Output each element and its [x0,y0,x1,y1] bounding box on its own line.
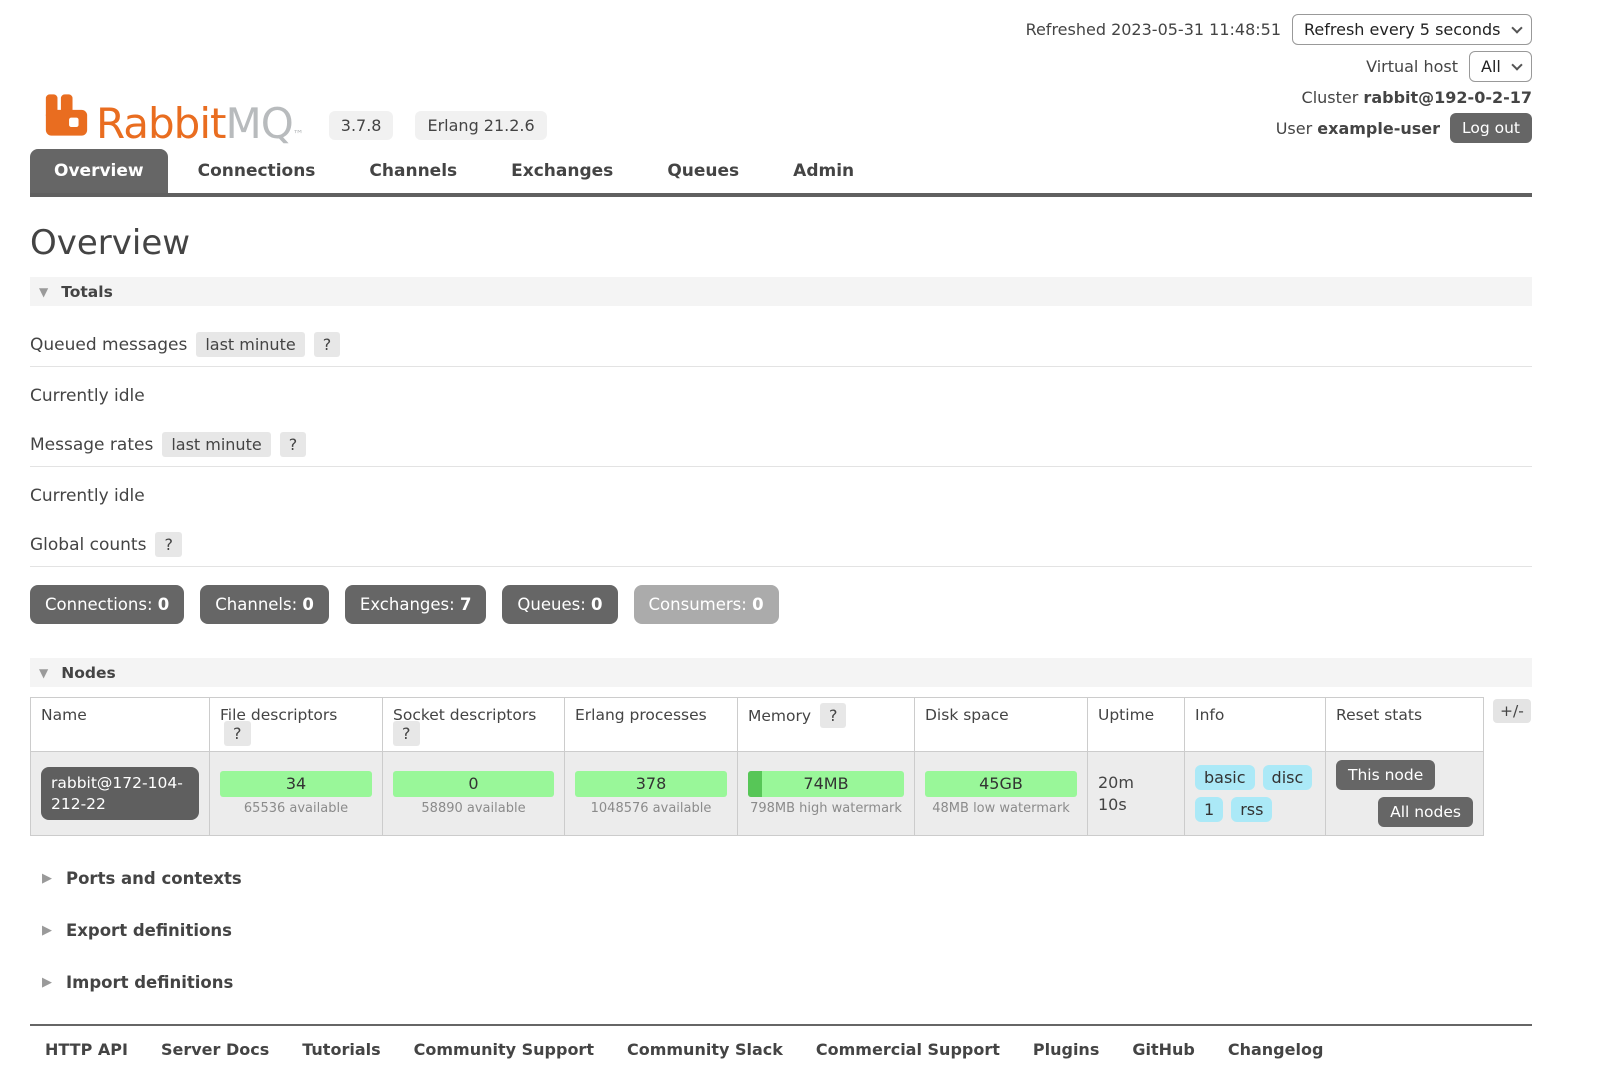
footer-link-server-docs[interactable]: Server Docs [161,1040,269,1059]
tab-queues[interactable]: Queues [643,149,763,193]
logout-button[interactable]: Log out [1450,113,1532,143]
reset-stats-cell: This node All nodes [1326,752,1484,836]
expand-triangle-icon: ▶ [42,975,52,990]
col-file-descriptors: File descriptors ? [210,698,383,752]
page: RabbitMQ™ 3.7.8 Erlang 21.2.6 Refreshed … [30,0,1532,1089]
refreshed-timestamp: Refreshed 2023-05-31 11:48:51 [1026,20,1281,39]
totals-section-title: Totals [61,283,113,301]
queued-messages-status: Currently idle [30,386,1532,406]
info-cell: basic disc 1 rss [1185,752,1326,836]
footer-link-plugins[interactable]: Plugins [1033,1040,1099,1059]
col-info: Info [1185,698,1326,752]
global-counts-label: Global counts [30,535,146,555]
main-nav: Overview Connections Channels Exchanges … [30,149,1532,197]
uptime-cell: 20m10s [1088,752,1185,836]
col-uptime: Uptime [1088,698,1185,752]
socket-descriptors-help-badge[interactable]: ? [393,721,420,746]
tab-channels[interactable]: Channels [345,149,481,193]
export-definitions-section[interactable]: ▶ Export definitions [30,921,1532,940]
queued-messages-label: Queued messages [30,335,187,355]
connections-count-badge: Connections: 0 [30,585,184,624]
node-name-cell: rabbit@172-104-212-22 [31,752,210,836]
exchanges-count-badge: Exchanges: 7 [345,585,487,624]
rabbitmq-logo-icon [45,91,88,143]
header: RabbitMQ™ 3.7.8 Erlang 21.2.6 Refreshed … [30,0,1532,143]
consumers-count-badge: Consumers: 0 [634,585,779,624]
col-socket-descriptors: Socket descriptors ? [383,698,565,752]
erlang-processes-cell: 378 1048576 available [565,752,738,836]
user-name: example-user [1317,119,1440,138]
memory-used-segment [748,771,762,797]
col-reset-stats: Reset stats [1326,698,1484,752]
expand-triangle-icon: ▶ [42,871,52,886]
footer-link-community-slack[interactable]: Community Slack [627,1040,783,1059]
stats-level-badge: 1 [1195,797,1223,822]
message-rates-heading: Message rates last minute ? [30,432,1532,467]
collapse-triangle-icon: ▼ [39,666,48,680]
disk-space-cell: 45GB 48MB low watermark [915,752,1088,836]
col-erlang-processes: Erlang processes [565,698,738,752]
disc-node-badge: disc [1263,765,1313,790]
message-rates-help-badge[interactable]: ? [280,432,307,457]
nodes-table-header-row: Name File descriptors ? Socket descripto… [31,698,1484,752]
tab-overview[interactable]: Overview [30,149,168,193]
reset-this-node-button[interactable]: This node [1336,760,1435,790]
col-disk-space: Disk space [915,698,1088,752]
message-rates-label: Message rates [30,435,153,455]
col-memory: Memory ? [738,698,915,752]
user-label: User [1276,119,1312,138]
logo-wordmark: RabbitMQ™ [96,105,303,143]
file-descriptors-cell: 34 65536 available [210,752,383,836]
refresh-interval-select[interactable]: Refresh every 5 seconds [1292,14,1532,45]
footer-link-community-support[interactable]: Community Support [414,1040,594,1059]
footer-link-commercial-support[interactable]: Commercial Support [816,1040,1000,1059]
tab-admin[interactable]: Admin [769,149,878,193]
nodes-section-title: Nodes [61,664,115,682]
footer: HTTP API Server Docs Tutorials Community… [30,1024,1532,1089]
footer-link-tutorials[interactable]: Tutorials [302,1040,380,1059]
queues-count-badge: Queues: 0 [502,585,617,624]
node-row: rabbit@172-104-212-22 34 65536 available… [31,752,1484,836]
erlang-version-badge: Erlang 21.2.6 [415,111,546,140]
rss-badge: rss [1231,797,1272,822]
message-rates-range-badge[interactable]: last minute [162,432,270,457]
socket-descriptors-cell: 0 58890 available [383,752,565,836]
expand-triangle-icon: ▶ [42,923,52,938]
collapse-triangle-icon: ▼ [39,285,48,299]
virtual-host-select[interactable]: All [1469,51,1532,82]
message-rates-status: Currently idle [30,486,1532,506]
rabbitmq-version-badge: 3.7.8 [329,111,394,140]
memory-help-badge[interactable]: ? [820,703,847,728]
ports-and-contexts-section[interactable]: ▶ Ports and contexts [30,869,1532,888]
footer-link-changelog[interactable]: Changelog [1228,1040,1324,1059]
global-counts-help-badge[interactable]: ? [155,532,182,557]
totals-section-header[interactable]: ▼ Totals [30,277,1532,306]
footer-link-github[interactable]: GitHub [1132,1040,1195,1059]
cluster-name: rabbit@192-0-2-17 [1363,88,1532,107]
nodes-table: Name File descriptors ? Socket descripto… [30,697,1484,836]
memory-cell: 74MB 798MB high watermark [738,752,915,836]
queued-messages-help-badge[interactable]: ? [314,332,341,357]
file-descriptors-help-badge[interactable]: ? [224,721,251,746]
nodes-section-header[interactable]: ▼ Nodes [30,658,1532,687]
global-counts-heading: Global counts ? [30,532,1532,567]
virtual-host-label: Virtual host [1366,57,1458,76]
column-toggle-button[interactable]: +/- [1493,699,1531,723]
tab-exchanges[interactable]: Exchanges [487,149,637,193]
rabbitmq-logo[interactable]: RabbitMQ™ [45,91,303,143]
node-type-badge: basic [1195,765,1255,790]
channels-count-badge: Channels: 0 [200,585,329,624]
page-title: Overview [30,223,1532,263]
reset-all-nodes-button[interactable]: All nodes [1378,797,1473,827]
queued-messages-heading: Queued messages last minute ? [30,332,1532,367]
col-name: Name [31,698,210,752]
tab-connections[interactable]: Connections [174,149,340,193]
queued-messages-range-badge[interactable]: last minute [196,332,304,357]
footer-link-http-api[interactable]: HTTP API [45,1040,128,1059]
global-count-badges: Connections: 0 Channels: 0 Exchanges: 7 … [30,585,1532,624]
import-definitions-section[interactable]: ▶ Import definitions [30,973,1532,992]
node-name-badge[interactable]: rabbit@172-104-212-22 [41,767,199,819]
cluster-label: Cluster [1302,88,1359,107]
